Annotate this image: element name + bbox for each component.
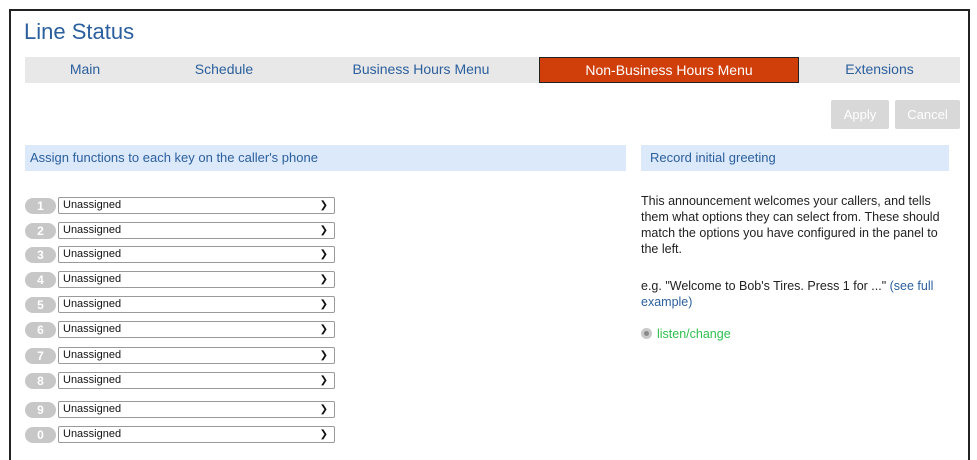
key-2-function-select[interactable]: Unassigned ❯ — [58, 222, 335, 239]
tab-main[interactable]: Main — [25, 57, 145, 83]
chevron-down-icon: ❯ — [319, 249, 328, 260]
chevron-down-icon: ❯ — [319, 429, 328, 440]
key-1-function-select[interactable]: Unassigned ❯ — [58, 197, 335, 214]
select-value: Unassigned — [63, 248, 122, 260]
tab-non-business-hours-menu[interactable]: Non-Business Hours Menu — [539, 57, 799, 83]
key-number-badge: 9 — [25, 402, 56, 418]
key-row-1: 1 Unassigned ❯ — [25, 197, 335, 217]
key-number-badge: 1 — [25, 198, 56, 214]
key-3-function-select[interactable]: Unassigned ❯ — [58, 246, 335, 263]
key-row-9: 9 Unassigned ❯ — [25, 401, 335, 421]
chevron-down-icon: ❯ — [319, 324, 328, 335]
key-number-badge: 3 — [25, 247, 56, 263]
key-row-4: 4 Unassigned ❯ — [25, 271, 335, 291]
greeting-example: e.g. "Welcome to Bob's Tires. Press 1 fo… — [641, 278, 951, 310]
chevron-down-icon: ❯ — [319, 225, 328, 236]
page-title: Line Status — [24, 19, 135, 44]
chevron-down-icon: ❯ — [319, 404, 328, 415]
key-row-6: 6 Unassigned ❯ — [25, 321, 335, 341]
key-assignments-header: Assign functions to each key on the call… — [25, 145, 626, 171]
key-number-badge: 0 — [25, 427, 56, 443]
key-5-function-select[interactable]: Unassigned ❯ — [58, 296, 335, 313]
select-value: Unassigned — [63, 273, 122, 285]
key-7-function-select[interactable]: Unassigned ❯ — [58, 347, 335, 364]
key-9-function-select[interactable]: Unassigned ❯ — [58, 401, 335, 418]
tab-extensions[interactable]: Extensions — [799, 57, 960, 83]
chevron-down-icon: ❯ — [319, 375, 328, 386]
key-number-badge: 7 — [25, 348, 56, 364]
key-row-7: 7 Unassigned ❯ — [25, 347, 335, 367]
select-value: Unassigned — [63, 224, 122, 236]
key-row-8: 8 Unassigned ❯ — [25, 372, 335, 392]
tab-schedule[interactable]: Schedule — [145, 57, 303, 83]
key-row-0: 0 Unassigned ❯ — [25, 426, 335, 446]
key-number-badge: 6 — [25, 322, 56, 338]
chevron-down-icon: ❯ — [319, 350, 328, 361]
select-value: Unassigned — [63, 374, 122, 386]
key-8-function-select[interactable]: Unassigned ❯ — [58, 372, 335, 389]
key-0-function-select[interactable]: Unassigned ❯ — [58, 426, 335, 443]
select-value: Unassigned — [63, 428, 122, 440]
select-value: Unassigned — [63, 349, 122, 361]
listen-change-link[interactable]: listen/change — [657, 327, 731, 341]
select-value: Unassigned — [63, 199, 122, 211]
key-row-5: 5 Unassigned ❯ — [25, 296, 335, 316]
chevron-down-icon: ❯ — [319, 274, 328, 285]
key-number-badge: 8 — [25, 373, 56, 389]
speaker-icon — [641, 328, 652, 339]
key-number-badge: 2 — [25, 223, 56, 239]
tab-business-hours-menu[interactable]: Business Hours Menu — [303, 57, 539, 83]
select-value: Unassigned — [63, 323, 122, 335]
apply-button[interactable]: Apply — [831, 100, 889, 129]
key-row-3: 3 Unassigned ❯ — [25, 246, 335, 266]
example-text: e.g. "Welcome to Bob's Tires. Press 1 fo… — [641, 279, 887, 293]
select-value: Unassigned — [63, 298, 122, 310]
chevron-down-icon: ❯ — [319, 200, 328, 211]
tab-bar: Main Schedule Business Hours Menu Non-Bu… — [25, 57, 960, 83]
listen-change-row: listen/change — [641, 326, 731, 342]
key-4-function-select[interactable]: Unassigned ❯ — [58, 271, 335, 288]
key-number-badge: 4 — [25, 272, 56, 288]
chevron-down-icon: ❯ — [319, 299, 328, 310]
key-row-2: 2 Unassigned ❯ — [25, 222, 335, 242]
greeting-description: This announcement welcomes your callers,… — [641, 194, 940, 256]
select-value: Unassigned — [63, 403, 122, 415]
greeting-header: Record initial greeting — [641, 145, 949, 171]
key-number-badge: 5 — [25, 297, 56, 313]
key-6-function-select[interactable]: Unassigned ❯ — [58, 321, 335, 338]
cancel-button[interactable]: Cancel — [895, 100, 960, 129]
